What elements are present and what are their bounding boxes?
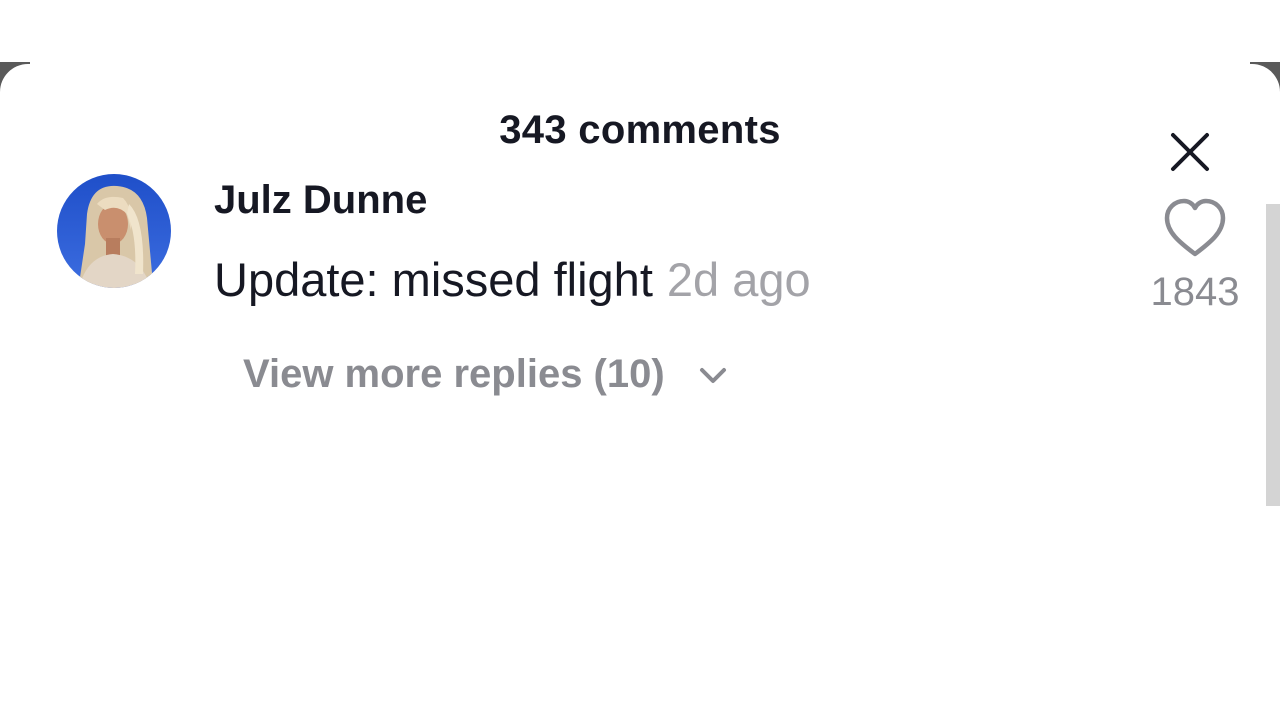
comments-count-title: 343 comments: [499, 108, 781, 152]
like-count: 1843: [1150, 270, 1240, 314]
view-more-replies-label: View more replies (10): [243, 352, 665, 396]
comment-text: Update: missed flight: [214, 253, 653, 306]
avatar[interactable]: [57, 174, 171, 288]
scrollbar[interactable]: [1266, 204, 1280, 506]
chevron-down-icon: [699, 367, 726, 383]
like-control: 1843: [1140, 196, 1250, 315]
comment-timestamp: 2d ago: [666, 253, 811, 306]
comment-body: Update: missed flight 2d ago: [214, 252, 811, 307]
close-icon: [1171, 133, 1209, 171]
comments-screen: 343 comments Julz Dunne Update: missed f…: [0, 0, 1280, 720]
avatar-image: [57, 174, 171, 288]
heart-outline-icon[interactable]: [1161, 196, 1229, 260]
view-more-replies-button[interactable]: View more replies (10): [243, 352, 733, 397]
comment-author[interactable]: Julz Dunne: [214, 178, 427, 223]
close-button[interactable]: [1160, 122, 1220, 182]
